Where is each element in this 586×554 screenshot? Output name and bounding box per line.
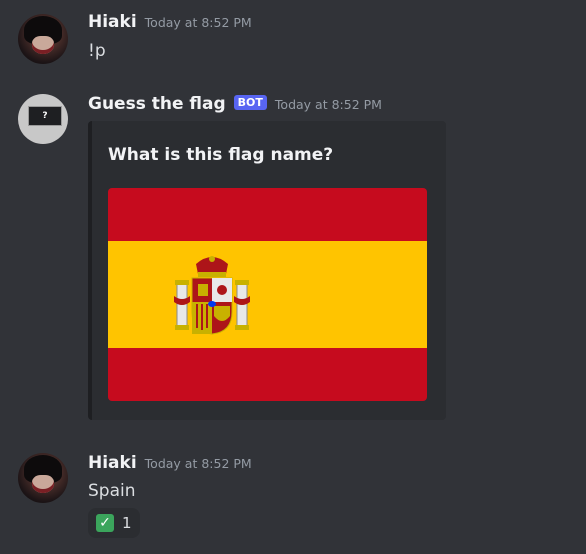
bot-username[interactable]: Guess the flag bbox=[88, 94, 226, 114]
user-avatar[interactable] bbox=[18, 14, 68, 64]
spain-flag-icon bbox=[108, 188, 427, 401]
chat-channel: Hiaki Today at 8:52 PM !p ? Guess the fl… bbox=[0, 0, 586, 554]
bot-avatar[interactable]: ? bbox=[18, 94, 68, 144]
user-avatar[interactable] bbox=[18, 453, 68, 503]
message-content: !p bbox=[88, 41, 106, 61]
username[interactable]: Hiaki bbox=[88, 12, 137, 32]
message-timestamp: Today at 8:52 PM bbox=[144, 456, 252, 471]
embed-flag-image[interactable] bbox=[108, 188, 427, 401]
message-content: Spain bbox=[88, 481, 136, 501]
bot-badge: BOT bbox=[233, 95, 267, 110]
embed: What is this flag name? bbox=[88, 121, 446, 420]
username[interactable]: Hiaki bbox=[88, 453, 137, 473]
message-timestamp: Today at 8:52 PM bbox=[274, 97, 382, 112]
reaction-button[interactable]: ✓ 1 bbox=[88, 508, 140, 538]
flag-question-icon: ? bbox=[28, 106, 62, 126]
reaction-count: 1 bbox=[122, 514, 132, 532]
embed-title: What is this flag name? bbox=[108, 145, 334, 165]
message-timestamp: Today at 8:52 PM bbox=[144, 15, 252, 30]
check-mark-icon: ✓ bbox=[96, 514, 114, 532]
